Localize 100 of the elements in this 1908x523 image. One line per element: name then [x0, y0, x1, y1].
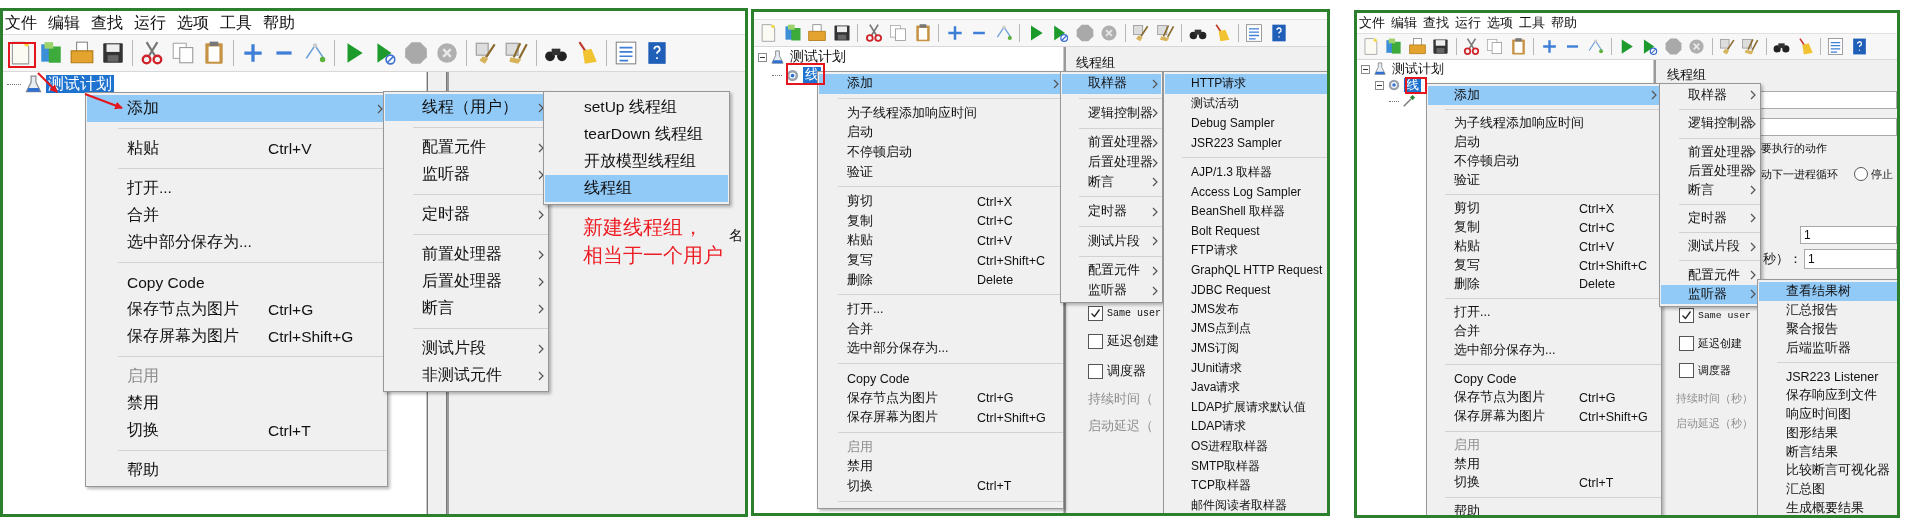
menu-item[interactable]: 配置元件 — [1661, 265, 1759, 285]
menu-item[interactable]: 逻辑控制器 — [1062, 103, 1161, 124]
open-folder-icon[interactable] — [69, 40, 95, 66]
cut-icon[interactable] — [863, 23, 884, 43]
menu-item[interactable]: 线程组 — [545, 175, 728, 202]
menu-item[interactable]: OS进程取样器 — [1165, 436, 1327, 457]
menu-item[interactable]: 前置处理器 — [1062, 133, 1161, 153]
menu-item[interactable]: 删除 Delete — [819, 270, 1062, 290]
menu-item[interactable]: 非测试元件 — [385, 362, 547, 389]
menu-item[interactable]: 前置处理器 — [385, 241, 547, 268]
menu-item[interactable]: 不停顿启动 — [1428, 152, 1660, 172]
menu-bar-item[interactable]: 文件 — [5, 13, 37, 32]
menu-item[interactable]: 图形结果 — [1759, 423, 1897, 443]
menu-item[interactable]: 定时器 — [1661, 208, 1759, 228]
copy-icon[interactable] — [888, 23, 908, 43]
tree-toggle[interactable] — [1361, 64, 1370, 74]
menu-item[interactable]: 配置元件 — [1062, 261, 1161, 281]
menu-item[interactable]: JMS发布 — [1165, 299, 1327, 320]
cut-icon[interactable] — [139, 40, 165, 66]
menu-item[interactable]: 断言 — [385, 295, 547, 322]
menu-item[interactable]: 逻辑控制器 — [1661, 114, 1759, 134]
menu-item[interactable]: 切换 Ctrl+T — [1428, 473, 1660, 493]
menu-item[interactable]: Copy Code — [1428, 369, 1660, 389]
save-icon[interactable] — [100, 40, 126, 66]
clear-all-icon[interactable] — [504, 40, 530, 66]
log-list-icon[interactable] — [1826, 37, 1846, 56]
menu-bar-item[interactable]: 查找 — [91, 13, 123, 32]
checkbox[interactable] — [1679, 307, 1694, 323]
menu-item[interactable]: LDAP请求 — [1165, 417, 1327, 437]
copy-icon[interactable] — [1485, 37, 1505, 56]
save-icon[interactable] — [1431, 37, 1451, 56]
menu-bar-item[interactable]: 选项 — [1487, 15, 1513, 31]
menu-item[interactable]: 打开... — [819, 299, 1062, 320]
menu-item[interactable]: 复写 Ctrl+Shift+C — [1428, 256, 1660, 275]
clear-icon[interactable] — [1131, 23, 1151, 43]
menu-item[interactable]: Java请求 — [1165, 377, 1327, 398]
menu-item[interactable]: 禁用 — [87, 390, 386, 417]
menu-item[interactable]: setUp 线程组 — [545, 94, 728, 121]
menu-item[interactable]: AJP/1.3 取样器 — [1165, 162, 1327, 182]
stop-icon[interactable] — [403, 40, 429, 66]
menu-item[interactable]: Debug Sampler — [1165, 113, 1327, 133]
menu-item[interactable]: 测试片段 — [385, 335, 547, 362]
menu-item[interactable]: 后置处理器 — [1062, 152, 1161, 173]
menu-item[interactable]: 复制 Ctrl+C — [819, 211, 1062, 232]
menu-item[interactable]: 粘贴 Ctrl+V — [1428, 237, 1660, 257]
menu-item[interactable]: 禁用 — [819, 457, 1062, 477]
menu-item[interactable]: 前置处理器 — [1661, 142, 1759, 162]
log-list-icon[interactable] — [1244, 23, 1264, 43]
menu-item[interactable]: 验证 — [1428, 171, 1660, 190]
menu-item[interactable]: 后置处理器 — [385, 268, 547, 295]
stop-icon[interactable] — [1663, 37, 1683, 56]
book-icon[interactable] — [38, 40, 64, 66]
checkbox[interactable] — [1679, 335, 1694, 351]
menu-item[interactable]: 邮件阅读者取样器 — [1165, 495, 1327, 513]
copy-icon[interactable] — [170, 40, 196, 66]
menu-item[interactable]: 后置处理器 — [1661, 161, 1759, 181]
menu-item[interactable]: JDBC Request — [1165, 279, 1327, 300]
menu-item[interactable]: 为子线程添加响应时间 — [819, 103, 1062, 124]
menu-item[interactable]: 取样器 — [1661, 86, 1759, 105]
menu-bar-item[interactable]: 编辑 — [48, 13, 80, 32]
menu-item[interactable]: 禁用 — [1428, 454, 1660, 474]
menu-bar-item[interactable]: 帮助 — [263, 13, 295, 32]
menu-item[interactable]: 合并 — [87, 202, 386, 229]
menu-item[interactable]: 复制 Ctrl+C — [1428, 218, 1660, 238]
menu-item[interactable]: 打开... — [1428, 303, 1660, 323]
menu-item[interactable]: JSR223 Sampler — [1165, 132, 1327, 153]
text-field[interactable]: 1 — [1804, 249, 1897, 269]
menu-item[interactable]: 添加 — [87, 95, 386, 122]
menu-item[interactable]: 测试片段 — [1661, 237, 1759, 257]
menu-item[interactable]: 保存屏幕为图片 Ctrl+Shift+G — [87, 323, 386, 350]
menu-item[interactable]: 剪切 Ctrl+X — [1428, 199, 1660, 219]
menu-item[interactable]: JSR223 Listener — [1759, 367, 1897, 386]
menu-item[interactable]: 帮助 — [87, 457, 386, 484]
pipette-icon[interactable] — [1402, 94, 1416, 108]
menu-bar-item[interactable]: 选项 — [177, 13, 209, 32]
book-icon[interactable] — [1384, 37, 1404, 56]
checkbox[interactable] — [1088, 363, 1103, 379]
menu-item[interactable]: 选中部分保存为... — [1428, 341, 1660, 361]
menu-item[interactable]: 合并 — [1428, 322, 1660, 342]
menu-bar-item[interactable]: 文件 — [1359, 15, 1385, 31]
menu-item[interactable]: 测试活动 — [1165, 93, 1327, 114]
menu-item[interactable]: LDAP扩展请求默认值 — [1165, 397, 1327, 418]
menu-item[interactable]: 保存节点为图片 Ctrl+G — [819, 388, 1062, 408]
menu-item[interactable]: 生成概要结果 — [1759, 499, 1897, 515]
menu-item[interactable]: tearDown 线程组 — [545, 121, 728, 148]
toggle-icon[interactable] — [1586, 37, 1606, 56]
menu-item[interactable]: 切换 Ctrl+T — [87, 417, 386, 444]
menu-item[interactable]: 断言 — [1062, 172, 1161, 192]
menu-item[interactable]: 断言 — [1661, 180, 1759, 200]
checkbox[interactable] — [1088, 333, 1103, 349]
stop-icon[interactable] — [1074, 23, 1095, 43]
menu-item[interactable]: 为子线程添加响应时间 — [1428, 114, 1660, 134]
menu-item[interactable]: Copy Code — [819, 368, 1062, 389]
menu-item[interactable]: TCP取样器 — [1165, 475, 1327, 496]
menu-item[interactable]: 汇总报告 — [1759, 300, 1897, 320]
clear-all-icon[interactable] — [1741, 37, 1761, 56]
cut-icon[interactable] — [1461, 37, 1481, 56]
menu-bar-item[interactable]: 编辑 — [1391, 15, 1417, 31]
menu-bar-item[interactable]: 工具 — [220, 13, 252, 32]
menu-item[interactable]: 取样器 — [1062, 74, 1161, 94]
